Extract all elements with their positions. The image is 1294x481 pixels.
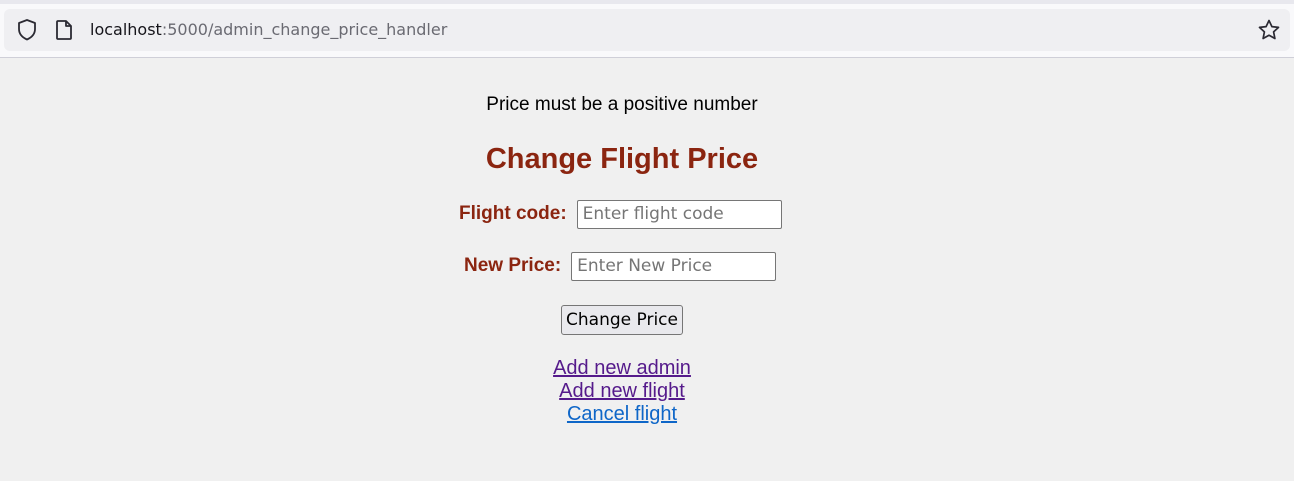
tab-strip — [0, 0, 1294, 4]
browser-toolbar: localhost:5000/admin_change_price_handle… — [0, 0, 1294, 58]
url-host: localhost — [90, 20, 162, 39]
address-bar[interactable]: localhost:5000/admin_change_price_handle… — [4, 9, 1290, 51]
page-title: Change Flight Price — [485, 143, 759, 175]
flight-code-input[interactable] — [576, 199, 782, 229]
change-price-button[interactable]: Change Price — [561, 305, 683, 335]
admin-links: Add new admin Add new flight Cancel flig… — [0, 357, 1244, 426]
page-content: Price must be a positive number Change F… — [0, 59, 1294, 481]
add-new-flight-link[interactable]: Add new flight — [0, 380, 1244, 403]
shield-icon[interactable] — [16, 18, 38, 42]
flight-code-label: Flight code: — [459, 203, 567, 224]
cancel-flight-link[interactable]: Cancel flight — [0, 403, 1244, 426]
new-price-label: New Price: — [464, 255, 562, 276]
star-icon[interactable] — [1256, 18, 1282, 42]
new-price-row: New Price: — [464, 251, 777, 281]
error-message: Price must be a positive number — [486, 94, 758, 115]
add-new-admin-link[interactable]: Add new admin — [0, 357, 1244, 380]
new-price-input[interactable] — [571, 251, 777, 281]
flight-code-row: Flight code: — [459, 199, 782, 229]
url-path: :5000/admin_change_price_handler — [161, 20, 448, 39]
url-text[interactable]: localhost:5000/admin_change_price_handle… — [90, 20, 447, 40]
page-icon[interactable] — [54, 18, 74, 42]
